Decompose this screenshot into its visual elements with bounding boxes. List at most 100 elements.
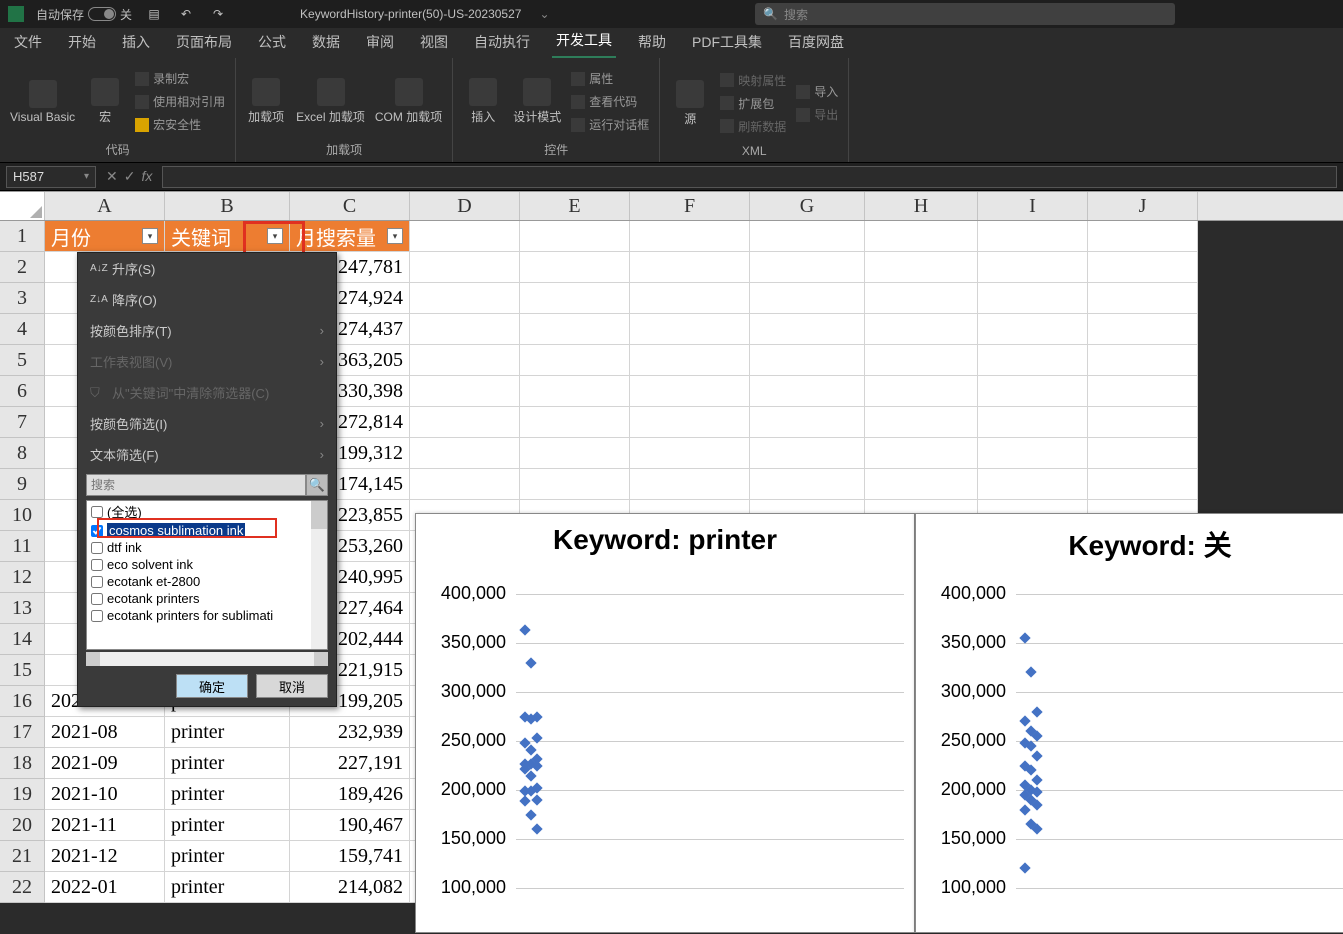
- redo-icon[interactable]: ↷: [208, 4, 228, 24]
- cell[interactable]: [410, 314, 520, 345]
- cell[interactable]: [978, 283, 1088, 314]
- row-header[interactable]: 3: [0, 283, 45, 314]
- cell[interactable]: [750, 314, 865, 345]
- tab-pagelayout[interactable]: 页面布局: [172, 28, 236, 58]
- row-header[interactable]: 1: [0, 221, 45, 252]
- cell[interactable]: printer: [165, 748, 290, 779]
- dropdown-icon[interactable]: ⌄: [539, 7, 549, 21]
- cell[interactable]: 2021-10: [45, 779, 165, 810]
- cell[interactable]: [978, 438, 1088, 469]
- filter-item[interactable]: eco solvent ink: [87, 556, 327, 573]
- filter-search[interactable]: 🔍: [86, 474, 328, 496]
- cancel-button[interactable]: 取消: [256, 674, 328, 698]
- cell[interactable]: [410, 221, 520, 252]
- row-header[interactable]: 9: [0, 469, 45, 500]
- cell[interactable]: [1088, 283, 1198, 314]
- row-header[interactable]: 19: [0, 779, 45, 810]
- import-button[interactable]: 导入: [796, 81, 838, 102]
- filter-item[interactable]: ecotank printers for sublimati: [87, 607, 327, 624]
- cell[interactable]: [410, 438, 520, 469]
- chart-keyword2[interactable]: Keyword: 关 400,000350,000300,000250,0002…: [915, 513, 1343, 933]
- macro-security-button[interactable]: 宏安全性: [135, 114, 225, 135]
- formula-input[interactable]: [162, 166, 1337, 188]
- sort-descending-item[interactable]: Z↓A降序(O): [78, 284, 336, 315]
- autosave-toggle[interactable]: 自动保存 关: [36, 6, 132, 23]
- col-header-E[interactable]: E: [520, 192, 630, 220]
- cancel-formula-icon[interactable]: ✕: [106, 168, 118, 185]
- save-icon[interactable]: ▤: [144, 4, 164, 24]
- cell[interactable]: [520, 469, 630, 500]
- cell[interactable]: [520, 438, 630, 469]
- scrollbar-horizontal[interactable]: ◂▸: [86, 652, 328, 666]
- tab-insert[interactable]: 插入: [118, 28, 154, 58]
- cell[interactable]: [978, 314, 1088, 345]
- cell[interactable]: [750, 221, 865, 252]
- tab-review[interactable]: 审阅: [362, 28, 398, 58]
- filter-item[interactable]: ecotank printers: [87, 590, 327, 607]
- cell[interactable]: [1088, 221, 1198, 252]
- cell[interactable]: printer: [165, 872, 290, 903]
- cell[interactable]: [750, 283, 865, 314]
- cell[interactable]: 159,741: [290, 841, 410, 872]
- cell[interactable]: [1088, 407, 1198, 438]
- cell[interactable]: [978, 345, 1088, 376]
- filter-item[interactable]: ecotank et-2800: [87, 573, 327, 590]
- cell[interactable]: [520, 283, 630, 314]
- excel-addins-button[interactable]: Excel 加载项: [296, 78, 365, 125]
- cell[interactable]: printer: [165, 810, 290, 841]
- insert-control-button[interactable]: 插入: [463, 78, 503, 125]
- cell[interactable]: [865, 252, 978, 283]
- cell[interactable]: 190,467: [290, 810, 410, 841]
- row-header[interactable]: 21: [0, 841, 45, 872]
- cell[interactable]: [978, 469, 1088, 500]
- select-all-cell[interactable]: [0, 192, 45, 220]
- col-header-D[interactable]: D: [410, 192, 520, 220]
- search-icon[interactable]: 🔍: [306, 474, 328, 496]
- cell[interactable]: [750, 469, 865, 500]
- col-header-J[interactable]: J: [1088, 192, 1198, 220]
- text-filters-item[interactable]: 文本筛选(F): [78, 439, 336, 470]
- cell[interactable]: [630, 345, 750, 376]
- macros-button[interactable]: 宏: [85, 78, 125, 125]
- com-addins-button[interactable]: COM 加载项: [375, 78, 442, 125]
- tab-data[interactable]: 数据: [308, 28, 344, 58]
- undo-icon[interactable]: ↶: [176, 4, 196, 24]
- cell[interactable]: [630, 469, 750, 500]
- row-header[interactable]: 17: [0, 717, 45, 748]
- filter-item[interactable]: dtf ink: [87, 539, 327, 556]
- cell[interactable]: [410, 252, 520, 283]
- cell[interactable]: [865, 376, 978, 407]
- cell[interactable]: 2021-08: [45, 717, 165, 748]
- row-header[interactable]: 16: [0, 686, 45, 717]
- col-header-G[interactable]: G: [750, 192, 865, 220]
- row-header[interactable]: 5: [0, 345, 45, 376]
- cell[interactable]: [630, 283, 750, 314]
- cell[interactable]: [750, 407, 865, 438]
- chart-printer[interactable]: Keyword: printer 400,000350,000300,00025…: [415, 513, 915, 933]
- table-header-searchvol[interactable]: 月搜索量▾: [290, 221, 410, 252]
- cell[interactable]: [1088, 345, 1198, 376]
- cell[interactable]: [865, 221, 978, 252]
- properties-button[interactable]: 属性: [571, 68, 649, 89]
- cell[interactable]: [520, 221, 630, 252]
- tab-home[interactable]: 开始: [64, 28, 100, 58]
- filter-by-color-item[interactable]: 按颜色筛选(I): [78, 408, 336, 439]
- cell[interactable]: [978, 221, 1088, 252]
- cell[interactable]: printer: [165, 841, 290, 872]
- cell[interactable]: [630, 376, 750, 407]
- row-header[interactable]: 11: [0, 531, 45, 562]
- cell[interactable]: [1088, 314, 1198, 345]
- col-header-A[interactable]: A: [45, 192, 165, 220]
- cell[interactable]: [1088, 469, 1198, 500]
- filter-button-icon[interactable]: ▾: [142, 228, 158, 244]
- cell[interactable]: [750, 252, 865, 283]
- cell[interactable]: 2021-12: [45, 841, 165, 872]
- col-header-I[interactable]: I: [978, 192, 1088, 220]
- row-header[interactable]: 13: [0, 593, 45, 624]
- col-header-F[interactable]: F: [630, 192, 750, 220]
- col-header-C[interactable]: C: [290, 192, 410, 220]
- row-header[interactable]: 20: [0, 810, 45, 841]
- addins-button[interactable]: 加载项: [246, 78, 286, 125]
- view-code-button[interactable]: 查看代码: [571, 91, 649, 112]
- toggle-switch-icon[interactable]: [88, 7, 116, 21]
